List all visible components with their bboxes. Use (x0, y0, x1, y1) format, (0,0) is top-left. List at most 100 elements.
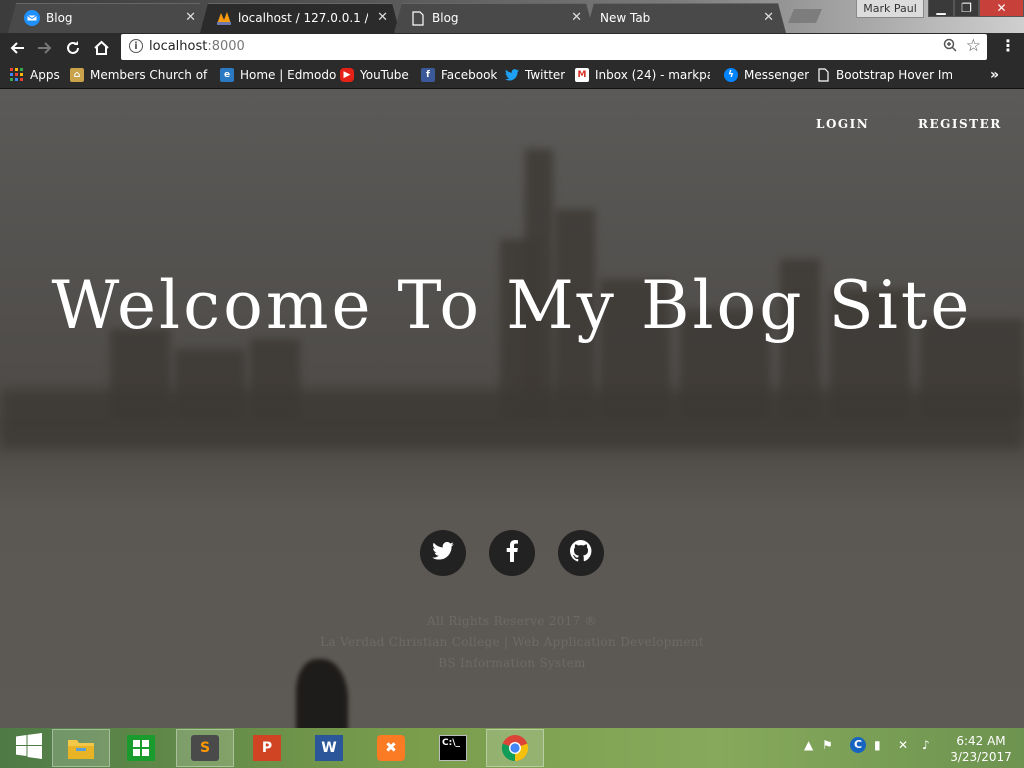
register-link[interactable]: REGISTER (918, 117, 1002, 131)
bookmark-members-church[interactable]: ⌂ Members Church of G (70, 66, 208, 84)
minimize-button[interactable]: ▁ (928, 0, 954, 17)
bookmark-label: Members Church of G (90, 68, 208, 82)
background-shoreline (0, 389, 1024, 449)
bookmark-label: Inbox (24) - markpaul (595, 68, 710, 82)
bookmark-bootstrap-hover[interactable]: Bootstrap Hover Imag (816, 66, 952, 84)
tab-phpmyadmin[interactable]: localhost / 127.0.0.1 / my ✕ (200, 3, 400, 33)
twitter-icon (505, 68, 519, 82)
bookmarks-bar: Apps ⌂ Members Church of G e Home | Edmo… (0, 62, 1024, 89)
taskbar-powerpoint[interactable]: P (238, 729, 296, 767)
footer-copyright: All Rights Reserve 2017 ® (427, 614, 597, 628)
volume-icon[interactable]: ♪ (922, 738, 930, 752)
bookmark-youtube[interactable]: ▶ YouTube (340, 66, 409, 84)
bookmark-star-icon[interactable]: ☆ (966, 36, 981, 56)
bookmark-gmail-inbox[interactable]: M Inbox (24) - markpaul (575, 66, 710, 84)
github-button[interactable] (558, 530, 604, 576)
restore-button[interactable]: ❐ (954, 0, 979, 17)
system-clock[interactable]: 6:42 AM 3/23/2017 (948, 733, 1014, 765)
tab-new-tab[interactable]: New Tab ✕ (586, 3, 786, 33)
tab-title: Blog (46, 11, 73, 25)
taskbar-command-prompt[interactable]: C:\_ (424, 729, 482, 767)
zoom-icon[interactable] (943, 38, 957, 56)
taskbar-xampp[interactable]: ✖ (362, 729, 420, 767)
facebook-icon (506, 540, 518, 566)
edmodo-icon: e (220, 68, 234, 82)
c-app-tray-icon[interactable]: C (850, 737, 866, 753)
tab-blog-2[interactable]: Blog ✕ (394, 3, 594, 33)
page-icon (816, 68, 830, 82)
facebook-button[interactable] (489, 530, 535, 576)
word-icon: W (315, 735, 343, 761)
login-link[interactable]: LOGIN (816, 117, 869, 131)
bookmark-apps[interactable]: Apps (10, 66, 60, 84)
apps-grid-icon (10, 68, 24, 82)
info-icon[interactable]: i (129, 39, 143, 53)
bookmark-label: YouTube (360, 68, 409, 82)
messenger-icon: ϟ (724, 68, 738, 82)
close-window-button[interactable]: ✕ (979, 0, 1024, 17)
twitter-button[interactable] (420, 530, 466, 576)
tab-title: localhost / 127.0.0.1 / my (238, 11, 368, 25)
bookmark-label: Twitter (525, 68, 566, 82)
taskbar-store[interactable] (112, 729, 170, 767)
network-disconnected-icon[interactable]: ✕ (898, 738, 908, 752)
chrome-menu-icon[interactable]: ⋮ (1000, 37, 1016, 57)
close-tab-icon[interactable]: ✕ (571, 10, 582, 25)
address-url: localhost:8000 (149, 39, 245, 54)
action-center-flag-icon[interactable]: ⚑ (822, 738, 833, 752)
github-icon (569, 540, 592, 566)
tab-strip: Blog ✕ localhost / 127.0.0.1 / my ✕ Blog… (0, 0, 1024, 33)
profile-button[interactable]: Mark Paul (856, 0, 924, 18)
bookmarks-overflow-button[interactable]: » (990, 66, 999, 84)
tab-title: New Tab (600, 11, 651, 25)
new-tab-button[interactable] (788, 9, 822, 23)
close-tab-icon[interactable]: ✕ (185, 10, 196, 25)
gmail-icon: M (575, 68, 589, 82)
back-arrow-icon[interactable] (5, 36, 29, 60)
store-icon (127, 735, 155, 761)
battery-icon[interactable]: ▮ (874, 738, 881, 752)
bookmark-messenger[interactable]: ϟ Messenger (724, 66, 809, 84)
windows-logo-icon (16, 733, 42, 763)
taskbar-sublime-text[interactable]: S (176, 729, 234, 767)
close-tab-icon[interactable]: ✕ (763, 10, 774, 25)
powerpoint-icon: P (253, 735, 281, 761)
taskbar-chrome[interactable] (486, 729, 544, 767)
tab-title: Blog (432, 11, 459, 25)
forward-arrow-icon[interactable] (33, 36, 57, 60)
start-button[interactable] (0, 729, 58, 767)
windows-taskbar: S P W ✖ C:\_ ▲ ⚑ C ▮ ✕ ♪ 6:42 AM 3/23/20… (0, 728, 1024, 768)
tab-blog-1[interactable]: Blog ✕ (8, 3, 208, 33)
bookmark-label: Bootstrap Hover Imag (836, 68, 952, 82)
taskbar-file-explorer[interactable] (52, 729, 110, 767)
sublime-text-icon: S (191, 735, 219, 761)
reload-icon[interactable] (61, 36, 85, 60)
page-icon (410, 10, 426, 26)
mail-icon (24, 10, 40, 26)
bookmark-facebook[interactable]: f Facebook (421, 66, 497, 84)
chrome-icon (501, 735, 529, 762)
clock-date: 3/23/2017 (950, 750, 1012, 764)
bookmark-label: Home | Edmodo (240, 68, 337, 82)
twitter-icon (432, 541, 454, 564)
youtube-icon: ▶ (340, 68, 354, 82)
footer-program: BS Information System (438, 656, 586, 670)
close-tab-icon[interactable]: ✕ (377, 10, 388, 25)
facebook-icon: f (421, 68, 435, 82)
bookmark-twitter[interactable]: Twitter (505, 66, 565, 84)
show-hidden-icons-icon[interactable]: ▲ (804, 738, 813, 752)
footer-school: La Verdad Christian College | Web Applic… (320, 635, 704, 649)
command-prompt-icon: C:\_ (439, 735, 467, 761)
hero-title: Welcome To My Blog Site (51, 267, 973, 344)
phpmyadmin-icon (216, 10, 232, 26)
church-icon: ⌂ (70, 68, 84, 82)
taskbar-word[interactable]: W (300, 729, 358, 767)
address-bar[interactable]: i localhost:8000 ☆ (121, 34, 987, 60)
bookmark-label: Apps (30, 68, 60, 82)
bookmark-edmodo[interactable]: e Home | Edmodo (220, 66, 336, 84)
blog-landing-page: LOGIN REGISTER Welcome To My Blog Site A… (0, 89, 1024, 728)
home-icon[interactable] (89, 36, 113, 60)
clock-time: 6:42 AM (956, 734, 1006, 748)
xampp-icon: ✖ (377, 735, 405, 761)
bookmark-label: Messenger (744, 68, 810, 82)
